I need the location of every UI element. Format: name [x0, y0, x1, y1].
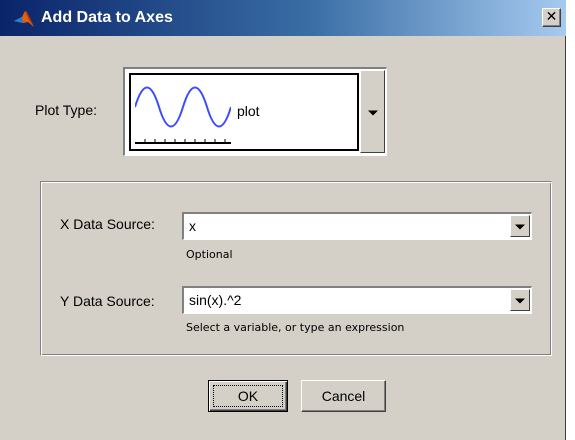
y-data-source-input[interactable]: sin(x).^2: [189, 291, 241, 310]
y-data-source-dropdown-button[interactable]: [510, 289, 530, 311]
window-title: Add Data to Axes: [41, 9, 173, 26]
x-data-source-input[interactable]: x: [189, 217, 196, 236]
chevron-down-icon: [515, 224, 525, 230]
sine-wave-line: [135, 86, 231, 128]
focus-rectangle: [213, 385, 283, 407]
ok-button[interactable]: OK: [208, 380, 288, 412]
cancel-button[interactable]: Cancel: [301, 380, 386, 412]
plot-type-label: Plot Type:: [35, 102, 98, 118]
y-data-source-combo[interactable]: sin(x).^2: [182, 286, 532, 314]
matlab-logo-icon: [14, 11, 34, 27]
close-button[interactable]: ✕: [542, 8, 561, 27]
chevron-down-icon: [367, 110, 378, 115]
x-data-source-hint: Optional: [186, 248, 233, 261]
x-data-source-combo[interactable]: x: [182, 212, 532, 240]
x-data-source-label: X Data Source:: [60, 216, 155, 232]
sine-wave-plot-icon: [135, 86, 231, 144]
add-data-dialog: Add Data to Axes ✕ Plot Type: plot X Dat…: [0, 0, 566, 440]
y-data-source-hint: Select a variable, or type an expression: [186, 321, 405, 334]
x-data-source-dropdown-button[interactable]: [510, 215, 530, 237]
plot-type-preview: plot: [129, 73, 359, 151]
plot-type-dropdown-button[interactable]: [360, 70, 385, 153]
y-data-source-label: Y Data Source:: [60, 293, 155, 309]
plot-type-selector[interactable]: plot: [123, 67, 387, 156]
chevron-down-icon: [515, 298, 525, 304]
plot-type-value: plot: [237, 103, 260, 119]
cancel-button-label: Cancel: [321, 388, 366, 404]
title-bar[interactable]: Add Data to Axes ✕: [0, 0, 566, 36]
